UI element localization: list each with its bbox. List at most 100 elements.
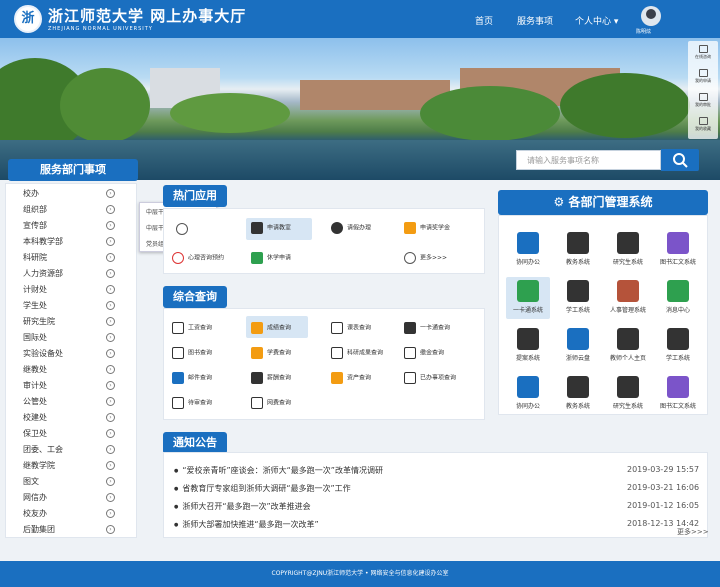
department-item[interactable]: 校办 <box>23 188 39 199</box>
hot-apps-panel <box>163 208 485 274</box>
chevron-right-icon[interactable]: › <box>106 317 115 326</box>
query-item[interactable]: 邮件查询 <box>172 372 212 384</box>
app-suspension[interactable]: 休学申请 <box>251 252 291 264</box>
system-item[interactable]: 研究生系统 <box>605 376 651 410</box>
department-item[interactable]: 学生处 <box>23 300 47 311</box>
search-button[interactable] <box>661 149 699 171</box>
nav-home[interactable]: 首页 <box>475 14 493 27</box>
chevron-right-icon[interactable]: › <box>106 349 115 358</box>
app-more[interactable]: 更多>>> <box>404 252 447 264</box>
system-item[interactable]: 学工系统 <box>555 280 601 314</box>
notice-item[interactable]: 浙师大召开“最多跑一次”改革推进会 <box>174 501 310 512</box>
department-item[interactable]: 后勤集团 <box>23 524 55 535</box>
system-item[interactable]: 消息中心 <box>655 280 701 314</box>
chevron-right-icon[interactable]: › <box>106 445 115 454</box>
system-item[interactable]: 教务系统 <box>555 232 601 266</box>
app-scholarship[interactable]: 申请奖学金 <box>404 222 450 234</box>
query-item[interactable]: 一卡通查询 <box>404 322 450 334</box>
system-item[interactable]: 研究生系统 <box>605 232 651 266</box>
chevron-right-icon[interactable]: › <box>106 285 115 294</box>
chevron-right-icon[interactable]: › <box>106 461 115 470</box>
app-apply-classroom[interactable]: 申请教室 <box>251 222 291 234</box>
query-item[interactable]: 网费查询 <box>251 397 291 409</box>
system-item[interactable]: 图书汇文系统 <box>655 232 701 266</box>
chevron-right-icon[interactable]: › <box>106 253 115 262</box>
system-item[interactable]: 提案系统 <box>505 328 551 362</box>
department-item[interactable]: 计财处 <box>23 284 47 295</box>
department-item[interactable]: 宣传部 <box>23 220 47 231</box>
department-item[interactable]: 图文 <box>23 476 39 487</box>
department-item[interactable]: 审计处 <box>23 380 47 391</box>
department-item[interactable]: 网信办 <box>23 492 47 503</box>
nav-personal-center[interactable]: 个人中心 ▾ <box>575 14 618 27</box>
department-item[interactable]: 本科教学部 <box>23 236 63 247</box>
avatar[interactable] <box>641 6 661 26</box>
chevron-right-icon[interactable]: › <box>106 429 115 438</box>
system-item[interactable]: 一卡通系统 <box>505 280 551 314</box>
notice-item[interactable]: “爱校亲青听”座谈会：浙师大“最多跑一次”改革情况调研 <box>174 465 383 476</box>
notice-more-link[interactable]: 更多>>> <box>677 527 709 537</box>
chevron-right-icon[interactable]: › <box>106 189 115 198</box>
system-item[interactable]: 协同办公 <box>505 376 551 410</box>
department-item[interactable]: 继教学院 <box>23 460 55 471</box>
query-item[interactable]: 成绩查询 <box>251 322 291 334</box>
chevron-right-icon[interactable]: › <box>106 205 115 214</box>
department-item[interactable]: 研究生院 <box>23 316 55 327</box>
system-item[interactable]: 协同办公 <box>505 232 551 266</box>
system-item[interactable]: 浙师云盘 <box>555 328 601 362</box>
chevron-right-icon[interactable]: › <box>106 477 115 486</box>
query-item[interactable]: 待审查询 <box>172 397 212 409</box>
app-cadre-leave[interactable] <box>176 223 192 235</box>
query-item[interactable]: 资产查询 <box>331 372 371 384</box>
query-item[interactable]: 缴金查询 <box>404 347 444 359</box>
chevron-right-icon[interactable]: › <box>106 493 115 502</box>
department-item[interactable]: 公管处 <box>23 396 47 407</box>
my-favorites-tool[interactable]: 我的收藏 <box>689 117 717 132</box>
department-item[interactable]: 团委、工会 <box>23 444 63 455</box>
query-item[interactable]: 薪酬查询 <box>251 372 291 384</box>
my-applications-tool[interactable]: 我的申请 <box>689 69 717 84</box>
department-item[interactable]: 实验设备处 <box>23 348 63 359</box>
nav-services[interactable]: 服务事项 <box>517 14 553 27</box>
department-item[interactable]: 人力资源部 <box>23 268 63 279</box>
chevron-right-icon[interactable]: › <box>106 301 115 310</box>
heart-icon <box>172 252 184 264</box>
department-item[interactable]: 校友办 <box>23 508 47 519</box>
query-item[interactable]: 工资查询 <box>172 322 212 334</box>
query-item[interactable]: 课表查询 <box>331 322 371 334</box>
system-item[interactable]: 学工系统 <box>655 328 701 362</box>
chevron-right-icon[interactable]: › <box>106 333 115 342</box>
system-item[interactable]: 教师个人主页 <box>605 328 651 362</box>
notice-item[interactable]: 省教育厅专家组到浙师大调研“最多跑一次”工作 <box>174 483 350 494</box>
department-item[interactable]: 继教处 <box>23 364 47 375</box>
chevron-right-icon[interactable]: › <box>106 509 115 518</box>
system-item[interactable]: 人事管理系统 <box>605 280 651 314</box>
university-logo[interactable]: 浙 <box>14 5 42 33</box>
chevron-right-icon[interactable]: › <box>106 381 115 390</box>
user-name[interactable]: 陈明炫 <box>636 28 651 35</box>
system-item[interactable]: 教务系统 <box>555 376 601 410</box>
chevron-right-icon[interactable]: › <box>106 269 115 278</box>
query-item[interactable]: 已办事项查询 <box>404 372 456 384</box>
online-consult-tool[interactable]: 在线咨询 <box>689 45 717 60</box>
app-leave[interactable]: 请假办理 <box>331 222 371 234</box>
notice-item[interactable]: 浙师大部署加快推进“最多跑一次改革” <box>174 519 318 530</box>
chevron-right-icon[interactable]: › <box>106 397 115 406</box>
my-approvals-tool[interactable]: 我的审批 <box>689 93 717 108</box>
query-item[interactable]: 科研成果查询 <box>331 347 383 359</box>
chevron-right-icon[interactable]: › <box>106 237 115 246</box>
department-item[interactable]: 国际处 <box>23 332 47 343</box>
chevron-right-icon[interactable]: › <box>106 221 115 230</box>
query-item[interactable]: 学费查询 <box>251 347 291 359</box>
chevron-right-icon[interactable]: › <box>106 365 115 374</box>
query-item[interactable]: 图书查询 <box>172 347 212 359</box>
department-item[interactable]: 保卫处 <box>23 428 47 439</box>
search-input[interactable]: 请输入服务事项名称 <box>516 150 661 170</box>
department-item[interactable]: 校建处 <box>23 412 47 423</box>
app-psych-appointment[interactable]: 心理咨询预约 <box>172 252 224 264</box>
chevron-right-icon[interactable]: › <box>106 413 115 422</box>
system-item[interactable]: 图书汇文系统 <box>655 376 701 410</box>
chevron-right-icon[interactable]: › <box>106 525 115 534</box>
department-item[interactable]: 组织部 <box>23 204 47 215</box>
department-item[interactable]: 科研院 <box>23 252 47 263</box>
